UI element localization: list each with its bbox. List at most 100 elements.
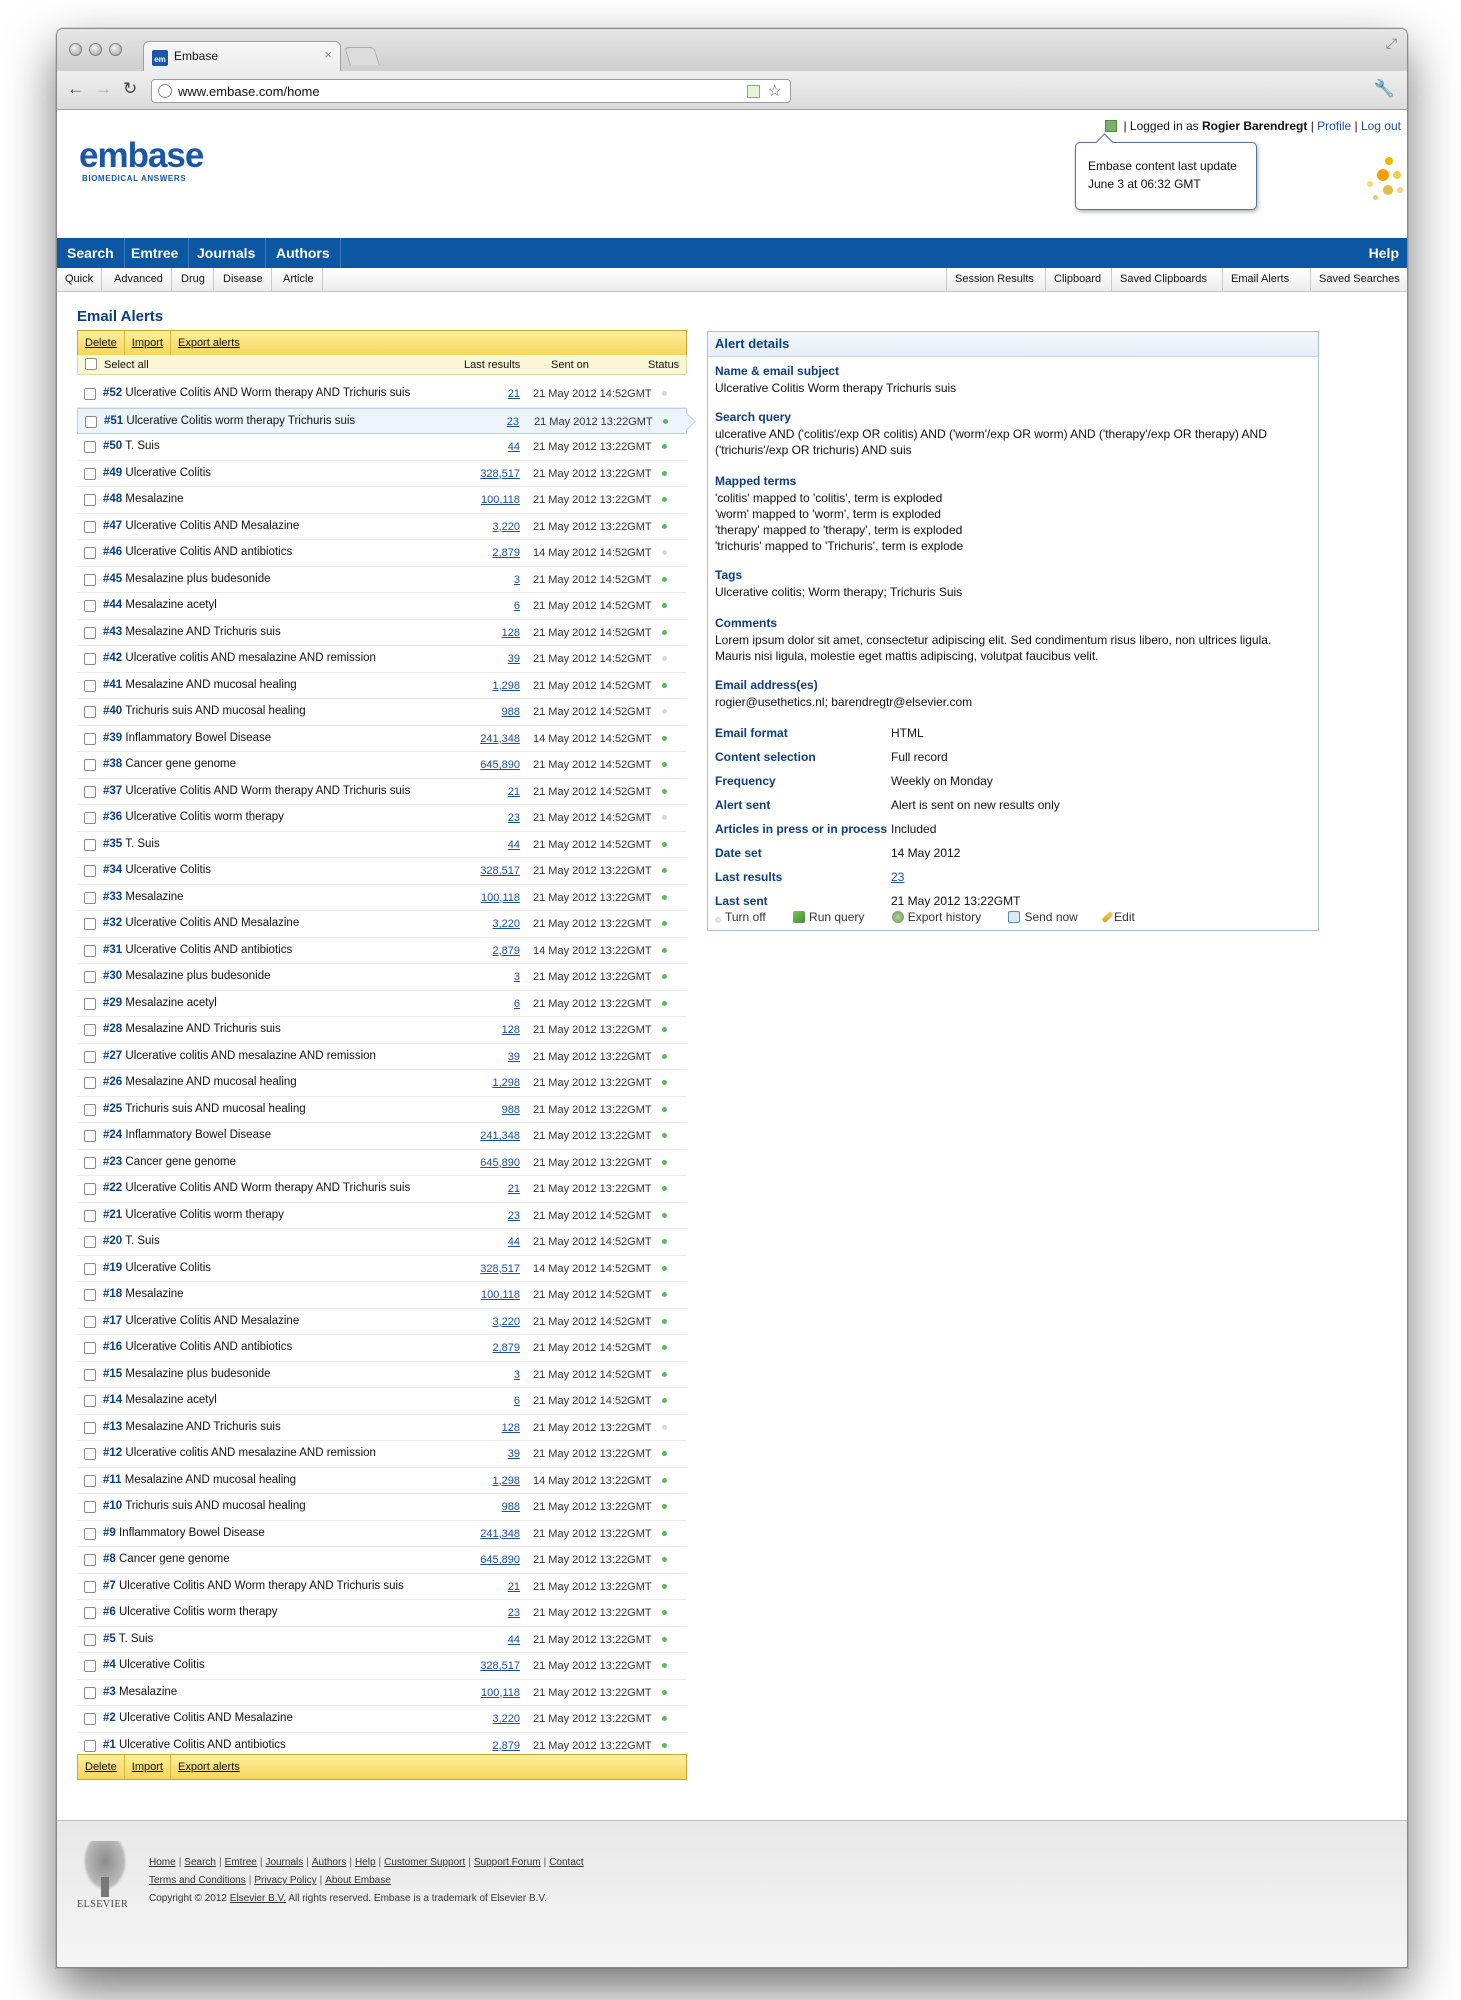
- last-results-link[interactable]: 328,517: [480, 468, 520, 480]
- last-results-link[interactable]: 44: [508, 441, 520, 453]
- alert-name[interactable]: #44 Mesalazine acetyl: [103, 599, 217, 611]
- last-results-link[interactable]: 3,220: [492, 1713, 520, 1725]
- elsevier-link[interactable]: Elsevier B.V.: [230, 1893, 286, 1904]
- table-row[interactable]: #40 Trichuris suis AND mucosal healing 98…: [77, 699, 687, 726]
- row-checkbox[interactable]: [84, 573, 96, 586]
- export-alerts-button[interactable]: Export alerts: [171, 1755, 247, 1779]
- subnav-quick[interactable]: Quick: [57, 268, 103, 291]
- last-results-link[interactable]: 23: [508, 1607, 520, 1619]
- table-row[interactable]: #17 Ulcerative Colitis AND Mesalazine 3,2…: [77, 1309, 687, 1335]
- fullscreen-icon[interactable]: ⤢: [1386, 35, 1397, 52]
- alert-name[interactable]: #6 Ulcerative Colitis worm therapy: [103, 1606, 278, 1618]
- row-checkbox[interactable]: [84, 626, 96, 639]
- row-checkbox[interactable]: [84, 706, 96, 718]
- row-checkbox[interactable]: [85, 415, 97, 428]
- last-results-link[interactable]: 39: [508, 653, 520, 665]
- alert-name[interactable]: #38 Cancer gene genome: [103, 758, 236, 770]
- row-checkbox[interactable]: [84, 1262, 96, 1275]
- alert-name[interactable]: #34 Ulcerative Colitis: [103, 864, 211, 876]
- table-row[interactable]: #34 Ulcerative Colitis 328,517 21 May 2012…: [77, 858, 687, 885]
- table-row[interactable]: #13 Mesalazine AND Trichuris suis 128 21 M…: [77, 1415, 687, 1441]
- alert-name[interactable]: #42 Ulcerative colitis AND mesalazine AN…: [103, 652, 376, 664]
- alert-name[interactable]: #22 Ulcerative Colitis AND Worm therapy …: [103, 1182, 410, 1194]
- alert-name[interactable]: #11 Mesalazine AND mucosal healing: [103, 1474, 296, 1486]
- table-row[interactable]: #22 Ulcerative Colitis AND Worm therapy …: [77, 1176, 687, 1203]
- footer-link[interactable]: Help: [355, 1857, 376, 1868]
- wrench-menu-icon[interactable]: 🔧: [1374, 79, 1395, 99]
- row-checkbox[interactable]: [84, 1395, 96, 1407]
- table-row[interactable]: #38 Cancer gene genome 645,890 21 May 2012…: [77, 752, 687, 779]
- last-results-link[interactable]: 645,890: [480, 759, 520, 771]
- alert-name[interactable]: #17 Ulcerative Colitis AND Mesalazine: [103, 1315, 299, 1327]
- last-results-link[interactable]: 645,890: [480, 1554, 520, 1566]
- table-row[interactable]: #3 Mesalazine 100,118 21 May 2012 13:22GMT: [77, 1680, 687, 1706]
- nav-search[interactable]: Search: [57, 238, 125, 268]
- alert-name[interactable]: #21 Ulcerative Colitis worm therapy: [103, 1209, 284, 1221]
- table-row[interactable]: #36 Ulcerative Colitis worm therapy 23 21 …: [77, 805, 687, 832]
- last-results-link[interactable]: 23: [508, 812, 520, 824]
- table-row[interactable]: #24 Inflammatory Bowel Disease 241,348 21 …: [77, 1123, 687, 1150]
- last-results-link[interactable]: 3,220: [492, 1316, 520, 1328]
- table-row[interactable]: #20 T. Suis 44 21 May 2012 14:52GMT: [77, 1229, 687, 1256]
- alert-name[interactable]: #32 Ulcerative Colitis AND Mesalazine: [103, 917, 299, 929]
- row-checkbox[interactable]: [84, 918, 96, 930]
- footer-link[interactable]: Support Forum: [474, 1857, 541, 1868]
- footer-link[interactable]: Journals: [265, 1857, 303, 1868]
- last-results-link[interactable]: 23: [891, 870, 904, 884]
- alert-name[interactable]: #20 T. Suis: [103, 1235, 160, 1247]
- last-results-link[interactable]: 3: [514, 1369, 520, 1381]
- alert-name[interactable]: #12 Ulcerative colitis AND mesalazine AN…: [103, 1447, 376, 1459]
- table-row[interactable]: #10 Trichuris suis AND mucosal healing 98…: [77, 1494, 687, 1521]
- table-row[interactable]: #25 Trichuris suis AND mucosal healing 98…: [77, 1097, 687, 1123]
- edit-button[interactable]: Edit: [1101, 910, 1147, 924]
- row-checkbox[interactable]: [84, 1527, 96, 1540]
- last-results-link[interactable]: 3: [514, 574, 520, 586]
- table-row[interactable]: #48 Mesalazine 100,118 21 May 2012 13:22GM…: [77, 487, 687, 514]
- subnav-saved-searches[interactable]: Saved Searches: [1310, 268, 1407, 291]
- bookmark-star-icon[interactable]: ☆: [768, 81, 782, 101]
- table-row[interactable]: #5 T. Suis 44 21 May 2012 13:22GMT: [77, 1627, 687, 1653]
- table-row[interactable]: #51 Ulcerative Colitis worm therapy Tric…: [77, 407, 687, 434]
- alert-name[interactable]: #43 Mesalazine AND Trichuris suis: [103, 626, 281, 638]
- row-checkbox[interactable]: [84, 520, 96, 533]
- table-row[interactable]: #16 Ulcerative Colitis AND antibiotics 2,…: [77, 1335, 687, 1362]
- table-row[interactable]: #27 Ulcerative colitis AND mesalazine AN…: [77, 1044, 687, 1070]
- profile-link[interactable]: Profile: [1317, 119, 1351, 133]
- last-results-link[interactable]: 2,879: [492, 945, 520, 957]
- row-checkbox[interactable]: [84, 812, 96, 824]
- last-results-link[interactable]: 100,118: [481, 1687, 520, 1699]
- alert-name[interactable]: #9 Inflammatory Bowel Disease: [103, 1527, 265, 1539]
- last-results-link[interactable]: 2,879: [492, 1740, 520, 1752]
- subnav-clipboard[interactable]: Clipboard: [1045, 268, 1109, 291]
- table-row[interactable]: #43 Mesalazine AND Trichuris suis 128 21 M…: [77, 620, 687, 646]
- table-row[interactable]: #45 Mesalazine plus budesonide 3 21 May 20…: [77, 567, 687, 593]
- subnav-disease[interactable]: Disease: [215, 268, 272, 291]
- row-checkbox[interactable]: [84, 997, 96, 1010]
- row-checkbox[interactable]: [84, 1713, 96, 1725]
- alert-name[interactable]: #4 Ulcerative Colitis: [103, 1659, 205, 1671]
- footer-link[interactable]: Privacy Policy: [254, 1875, 316, 1886]
- column-sent-on[interactable]: Sent on: [551, 359, 589, 371]
- table-row[interactable]: #2 Ulcerative Colitis AND Mesalazine 3,22…: [77, 1706, 687, 1733]
- table-row[interactable]: #31 Ulcerative Colitis AND antibiotics 2,…: [77, 938, 687, 964]
- last-results-link[interactable]: 128: [502, 1422, 520, 1434]
- last-results-link[interactable]: 3: [514, 971, 520, 983]
- last-results-link[interactable]: 44: [508, 1236, 520, 1248]
- row-checkbox[interactable]: [84, 944, 96, 957]
- row-checkbox[interactable]: [84, 1474, 96, 1487]
- row-checkbox[interactable]: [84, 1209, 96, 1222]
- alert-name[interactable]: #13 Mesalazine AND Trichuris suis: [103, 1421, 281, 1433]
- table-row[interactable]: #35 T. Suis 44 21 May 2012 14:52GMT: [77, 832, 687, 858]
- row-checkbox[interactable]: [84, 1368, 96, 1381]
- row-checkbox[interactable]: [84, 732, 96, 745]
- alert-name[interactable]: #39 Inflammatory Bowel Disease: [103, 732, 271, 744]
- zoom-window-button[interactable]: [109, 43, 122, 56]
- alert-name[interactable]: #1 Ulcerative Colitis AND antibiotics: [103, 1739, 286, 1751]
- delete-button[interactable]: Delete: [78, 331, 125, 355]
- close-window-button[interactable]: [69, 43, 82, 56]
- last-results-link[interactable]: 39: [508, 1448, 520, 1460]
- last-results-link[interactable]: 328,517: [480, 1660, 520, 1672]
- last-results-link[interactable]: 645,890: [480, 1157, 520, 1169]
- row-checkbox[interactable]: [84, 1050, 96, 1063]
- table-row[interactable]: #14 Mesalazine acetyl 6 21 May 2012 14:52G…: [77, 1388, 687, 1415]
